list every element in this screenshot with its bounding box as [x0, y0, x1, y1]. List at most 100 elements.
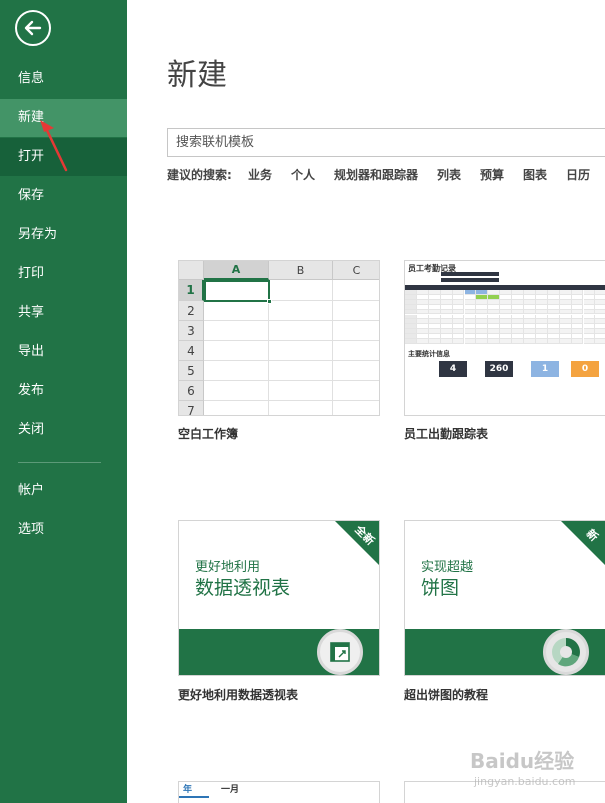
back-arrow-icon [24, 20, 42, 36]
nav-print[interactable]: 打印 [0, 255, 127, 293]
attendance-cell [488, 339, 501, 344]
column-header: B [269, 261, 333, 280]
grid-corner [179, 261, 204, 280]
suggestion-budgets[interactable]: 预算 [480, 166, 504, 183]
attendance-cell [535, 339, 548, 344]
search-input[interactable] [168, 129, 605, 156]
suggestion-charts[interactable]: 图表 [523, 166, 547, 183]
suggestion-planners-trackers[interactable]: 规划器和跟踪器 [334, 166, 418, 183]
pie-chart-icon [543, 629, 589, 675]
grid-cell [204, 381, 269, 401]
grid-cell [333, 280, 379, 301]
suggestion-business[interactable]: 业务 [248, 166, 272, 183]
annotation-arrow-icon [40, 120, 68, 172]
row-header: 3 [179, 321, 204, 341]
attendance-cell [512, 339, 524, 344]
template-calendar[interactable]: 年 一月 [178, 781, 380, 803]
template-caption: 员工出勤跟踪表 [404, 427, 489, 441]
template-blank-workbook[interactable]: A B C 1 2 3 4 5 6 7 [178, 260, 380, 416]
back-button[interactable] [15, 10, 51, 46]
template-attendance-tracker[interactable]: 员工考勤记录 主要统计信息 4 260 1 0 [404, 260, 605, 416]
grid-cell [269, 301, 333, 321]
template-pie-chart-tour[interactable]: 实现超越 饼图 新 [404, 520, 605, 676]
attendance-cell [405, 339, 417, 344]
baidu-watermark: Baidu经验 jingyan.baidu.com [470, 745, 600, 797]
nav-account[interactable]: 帐户 [0, 472, 127, 510]
grid-cell [204, 321, 269, 341]
grid-cell [204, 301, 269, 321]
nav-close[interactable]: 关闭 [0, 411, 127, 449]
pivottable-icon [317, 629, 363, 675]
attendance-table [405, 290, 605, 344]
nav-save-as[interactable]: 另存为 [0, 216, 127, 254]
suggestion-personal[interactable]: 个人 [291, 166, 315, 183]
suggestion-calendars[interactable]: 日历 [566, 166, 590, 183]
nav-share[interactable]: 共享 [0, 294, 127, 332]
attendance-cell [428, 339, 441, 344]
row-header: 5 [179, 361, 204, 381]
stat-value: 4 [439, 361, 467, 377]
stat-value: 260 [485, 361, 513, 377]
grid-cell [269, 280, 333, 301]
fill-handle [267, 299, 272, 304]
nav-save[interactable]: 保存 [0, 177, 127, 215]
calendar-accent-line [179, 796, 209, 798]
attendance-section-title: 主要统计信息 [408, 350, 450, 358]
grid-cell [269, 321, 333, 341]
grid-cell [333, 341, 379, 361]
page-title: 新建 [167, 58, 227, 93]
template-caption: 更好地利用数据透视表 [178, 688, 299, 702]
template-pivottable-tour[interactable]: 更好地利用 数据透视表 全新 [178, 520, 380, 676]
suggested-label: 建议的搜索: [167, 168, 232, 182]
nav-separator [18, 462, 101, 463]
attendance-cell [583, 339, 596, 344]
attendance-cell [416, 339, 429, 344]
attendance-cell [595, 339, 605, 344]
grid-cell [333, 321, 379, 341]
grid-cell [204, 341, 269, 361]
promo-line2: 饼图 [421, 577, 460, 599]
row-header: 2 [179, 301, 204, 321]
grid-cell [204, 361, 269, 381]
nav-publish[interactable]: 发布 [0, 372, 127, 410]
attendance-field [441, 272, 499, 276]
row-header: 1 [179, 280, 204, 301]
nav-info[interactable]: 信息 [0, 60, 127, 98]
attendance-cell [464, 339, 477, 344]
nav-export[interactable]: 导出 [0, 333, 127, 371]
attendance-cell [524, 339, 536, 344]
attendance-cell [559, 339, 572, 344]
stat-card: 4 [431, 359, 475, 378]
row-header: 4 [179, 341, 204, 361]
attendance-field [441, 278, 499, 282]
stat-card: 260 [477, 359, 521, 378]
attendance-cell [476, 339, 489, 344]
promo-line2: 数据透视表 [195, 577, 291, 599]
grid-cell [333, 381, 379, 401]
search-box[interactable] [167, 128, 605, 157]
row-header: 7 [179, 401, 204, 415]
attendance-cell [571, 339, 584, 344]
row-header: 6 [179, 381, 204, 401]
stat-value: 1 [531, 361, 559, 377]
column-header: A [204, 261, 269, 280]
new-badge [561, 521, 605, 565]
calendar-month-label: 一月 [221, 785, 240, 795]
grid-cell [269, 401, 333, 415]
attendance-cell [547, 339, 560, 344]
nav-options[interactable]: 选项 [0, 511, 127, 549]
watermark-text: Baidu经验 [470, 749, 575, 773]
grid-cell [333, 361, 379, 381]
template-caption: 超出饼图的教程 [404, 688, 489, 702]
watermark-subtext: jingyan.baidu.com [474, 775, 576, 788]
stat-card: 1 [523, 359, 567, 378]
column-header: C [333, 261, 379, 280]
grid-cell [333, 301, 379, 321]
attendance-cell [452, 339, 465, 344]
grid-cell [269, 361, 333, 381]
attendance-cell [500, 339, 513, 344]
grid-cell [333, 401, 379, 415]
active-cell [204, 280, 270, 302]
template-caption: 空白工作簿 [178, 427, 239, 441]
suggestion-lists[interactable]: 列表 [437, 166, 461, 183]
